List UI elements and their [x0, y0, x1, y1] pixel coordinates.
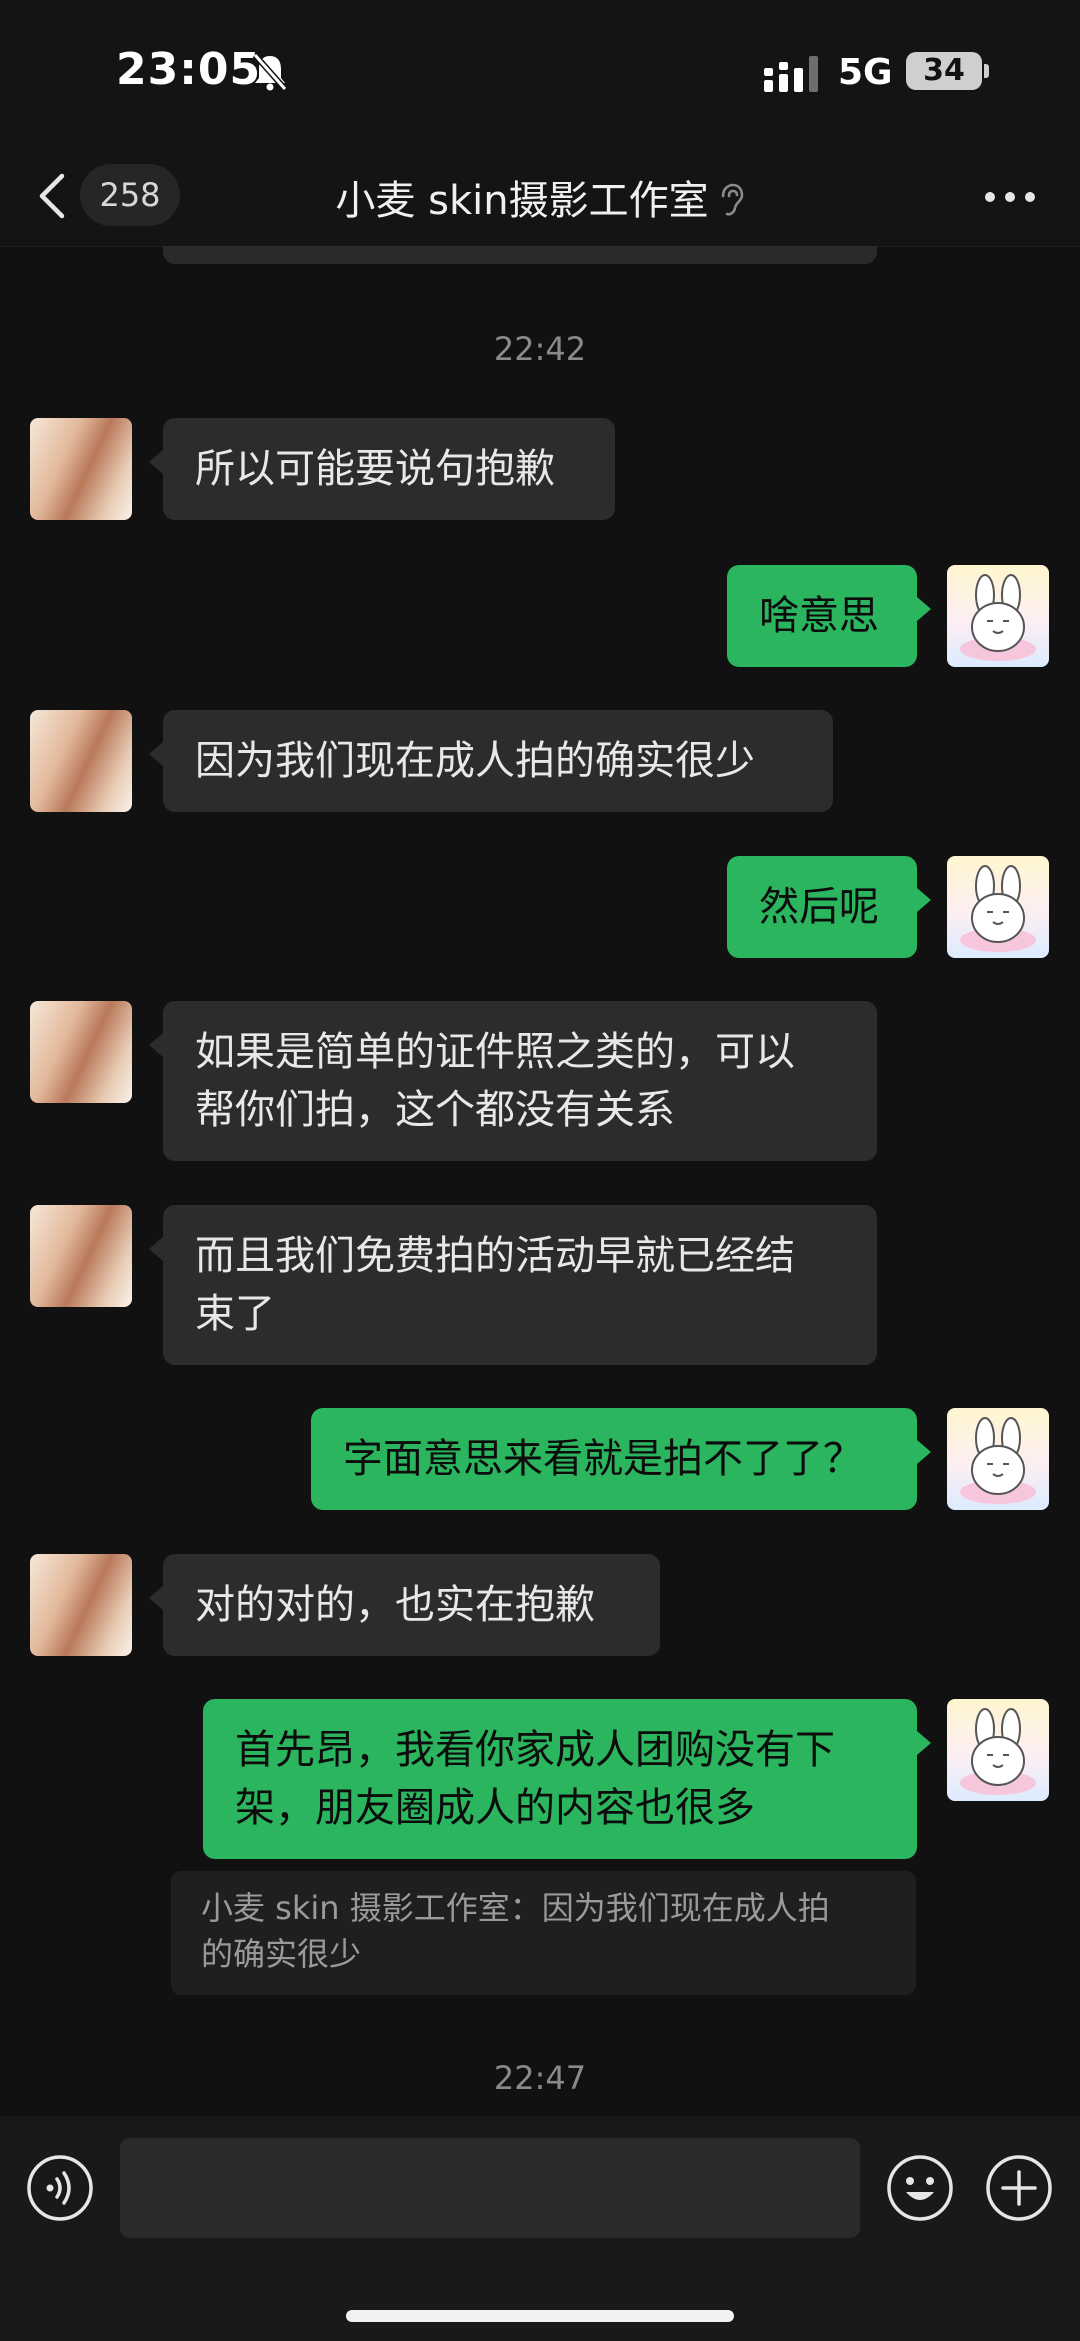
plus-icon[interactable] — [985, 2154, 1053, 2222]
contact-avatar[interactable] — [30, 710, 132, 812]
battery-indicator: 34 — [906, 52, 982, 90]
bunny-avatar-icon — [960, 1708, 1036, 1795]
voice-icon[interactable] — [26, 2154, 94, 2222]
bunny-avatar-icon — [960, 574, 1036, 661]
status-bar: 23:05 5G 34 — [0, 0, 1080, 150]
my-avatar[interactable] — [947, 1408, 1049, 1510]
message-line: 帮你们拍，这个都没有关系 — [195, 1087, 675, 1133]
more-dots-icon[interactable] — [982, 172, 1038, 222]
incoming-message[interactable]: 对的对的，也实在抱歉 — [149, 1554, 660, 1656]
input-bar — [0, 2116, 1080, 2341]
bunny-avatar-icon — [960, 865, 1036, 952]
message-timestamp: 22:42 — [493, 330, 587, 368]
status-time: 23:05 — [116, 44, 262, 95]
message-line: 束了 — [195, 1291, 275, 1337]
message-line: 而且我们免费拍的活动早就已经结 — [195, 1233, 795, 1279]
contact-avatar[interactable] — [30, 418, 132, 520]
previous-message-bubble — [163, 246, 877, 264]
incoming-message[interactable]: 所以可能要说句抱歉 — [149, 418, 615, 520]
battery-tip — [984, 64, 989, 78]
chat-title-text: 小麦 skin摄影工作室 — [335, 178, 709, 224]
emoji-icon[interactable] — [886, 2154, 954, 2222]
outgoing-message[interactable]: 首先昂，我看你家成人团购没有下 架，朋友圈成人的内容也很多 — [203, 1699, 931, 1859]
chat-title: 小麦 skin摄影工作室 — [0, 168, 1080, 226]
chat-header: 258 小麦 skin摄影工作室 — [0, 150, 1080, 247]
message-timestamp: 22:47 — [493, 2059, 587, 2097]
quoted-message[interactable]: 小麦 skin 摄影工作室：因为我们现在成人拍 的确实很少 — [171, 1871, 916, 1995]
contact-avatar[interactable] — [30, 1205, 132, 1307]
incoming-message[interactable]: 因为我们现在成人拍的确实很少 — [149, 710, 833, 812]
outgoing-message[interactable]: 字面意思来看就是拍不了了？ — [311, 1408, 931, 1510]
contact-avatar[interactable] — [30, 1001, 132, 1103]
incoming-message[interactable]: 如果是简单的证件照之类的，可以 帮你们拍，这个都没有关系 — [149, 1001, 877, 1161]
message-line: 架，朋友圈成人的内容也很多 — [235, 1785, 755, 1831]
my-avatar[interactable] — [947, 1699, 1049, 1801]
contact-avatar[interactable] — [30, 1554, 132, 1656]
bell-slash-icon — [252, 53, 288, 91]
my-avatar[interactable] — [947, 565, 1049, 667]
outgoing-message[interactable]: 啥意思 — [727, 565, 931, 667]
outgoing-message[interactable]: 然后呢 — [727, 856, 931, 958]
quote-line: 的确实很少 — [201, 1935, 362, 1973]
my-avatar[interactable] — [947, 856, 1049, 958]
signal-icon — [764, 56, 818, 92]
quote-line: 小麦 skin 摄影工作室：因为我们现在成人拍 — [201, 1889, 830, 1927]
bunny-avatar-icon — [960, 1417, 1036, 1504]
message-line: 如果是简单的证件照之类的，可以 — [195, 1029, 795, 1075]
ear-icon — [721, 183, 743, 216]
message-line: 首先昂，我看你家成人团购没有下 — [235, 1727, 835, 1773]
home-indicator[interactable] — [346, 2310, 734, 2322]
incoming-message[interactable]: 而且我们免费拍的活动早就已经结 束了 — [149, 1205, 877, 1365]
network-type: 5G — [838, 52, 893, 93]
message-input[interactable] — [120, 2138, 860, 2238]
